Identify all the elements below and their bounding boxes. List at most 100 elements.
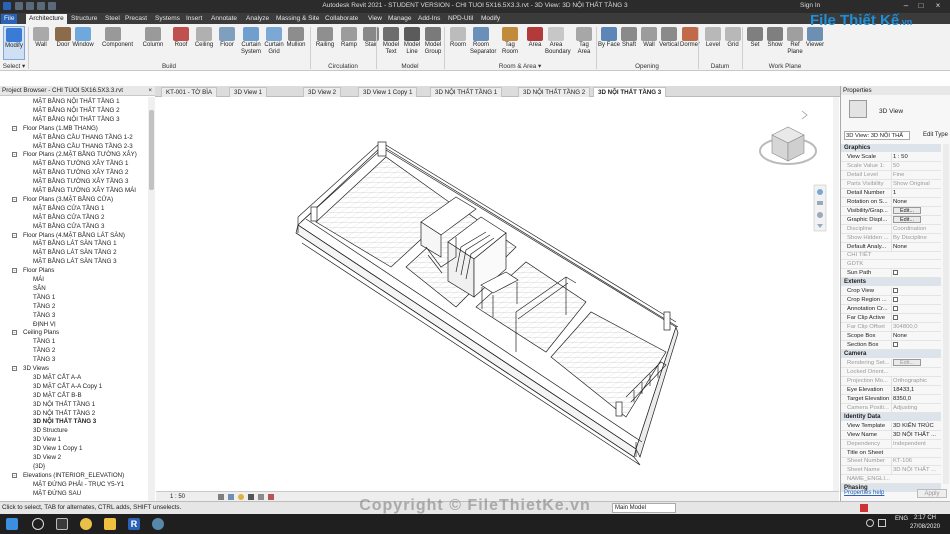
property-row[interactable]: Parts Visibility Show Original: [841, 179, 941, 189]
property-row[interactable]: Projection Mo... Orthographic: [841, 376, 941, 386]
browser-view-item[interactable]: TẦNG 2: [33, 346, 55, 355]
browser-view-item[interactable]: 3D MẶT CẮT A-A: [33, 373, 81, 382]
ribbon-panel-label[interactable]: Datum: [698, 62, 742, 71]
drawing-area[interactable]: [156, 97, 839, 491]
property-row[interactable]: CHI TIẾT: [841, 251, 941, 261]
property-checkbox[interactable]: [893, 288, 898, 294]
instance-selector[interactable]: 3D View: 3D NỘI THẤ: [844, 131, 910, 140]
property-row[interactable]: Target Elevation 8350,0: [841, 394, 941, 404]
browser-category[interactable]: Floor Plans (2.MẶT BẰNG TƯỜNG XÂY): [23, 150, 137, 159]
browser-view-item[interactable]: 3D Structure: [33, 426, 68, 435]
browser-view-item[interactable]: 3D View 1 Copy 1: [33, 444, 82, 453]
browser-view-item[interactable]: MẶT BẰNG CỬA TẦNG 1: [33, 204, 104, 213]
property-row[interactable]: Dependency Independent: [841, 439, 941, 449]
ribbon-button-tag-area[interactable]: Tag Area: [573, 26, 595, 60]
property-row[interactable]: Discipline Coordination: [841, 224, 941, 234]
ribbon-button-model-group[interactable]: Model Group: [422, 26, 444, 60]
property-row[interactable]: Title on Sheet: [841, 449, 941, 458]
clock-date[interactable]: 27/08/2020: [910, 524, 940, 530]
property-row[interactable]: Detail Level Fine: [841, 170, 941, 180]
search-icon[interactable]: [32, 518, 44, 530]
view-tab[interactable]: 3D NỘI THẤT TẦNG 1: [430, 87, 503, 97]
scroll-thumb[interactable]: [149, 110, 154, 190]
ribbon-tab[interactable]: Architecture: [26, 14, 67, 24]
property-checkbox[interactable]: [893, 270, 898, 276]
property-value[interactable]: [891, 305, 941, 315]
browser-view-item[interactable]: 3D View 2: [33, 453, 61, 462]
ribbon-tab[interactable]: Add-Ins: [415, 14, 443, 24]
property-row[interactable]: Far Clip Active: [841, 314, 941, 324]
property-row[interactable]: Rotation on S... None: [841, 197, 941, 207]
ribbon-button-level[interactable]: Level: [702, 26, 724, 60]
browser-view-item[interactable]: MẶT BẰNG TƯỜNG XÂY TẦNG 3: [33, 177, 128, 186]
ribbon-panel-label[interactable]: Circulation: [310, 62, 376, 71]
property-group-header[interactable]: Camera: [841, 349, 941, 358]
property-value[interactable]: Show Original: [891, 179, 941, 189]
ribbon-panel-label[interactable]: Work Plane: [742, 62, 828, 71]
file-explorer-icon[interactable]: [104, 518, 116, 530]
property-group-header[interactable]: Identity Data: [841, 412, 941, 421]
property-row[interactable]: Visibility/Grap... Edit...: [841, 206, 941, 216]
property-value[interactable]: [891, 269, 941, 279]
property-row[interactable]: Graphic Displ... Edit...: [841, 215, 941, 225]
property-row[interactable]: Detail Number 1: [841, 188, 941, 198]
tree-toggle[interactable]: −: [12, 232, 17, 238]
browser-view-item[interactable]: TẦNG 3: [33, 311, 55, 320]
clock-time[interactable]: 2:17 CH: [914, 515, 936, 521]
property-checkbox[interactable]: [893, 341, 898, 347]
ribbon-button-grid[interactable]: Grid: [722, 26, 744, 60]
navigation-bar[interactable]: [813, 184, 827, 232]
ribbon-button-show[interactable]: Show: [764, 26, 786, 60]
browser-view-item[interactable]: MẶT BẰNG LÁT SÀN TẦNG 1: [33, 239, 117, 248]
property-value[interactable]: 50: [891, 161, 941, 171]
browser-view-item[interactable]: ĐỊNH VỊ: [33, 320, 56, 329]
language-indicator[interactable]: ENG: [895, 516, 908, 522]
ribbon-button-model-line[interactable]: Model Line: [401, 26, 423, 60]
browser-view-item[interactable]: MẶT ĐỨNG PHẢI - TRỤC Y5-Y1: [33, 480, 124, 489]
property-row[interactable]: Show Hidden ... By Discipline: [841, 233, 941, 243]
browser-view-item[interactable]: MẶT BẰNG CỬA TẦNG 2: [33, 213, 104, 222]
tree-toggle[interactable]: −: [12, 196, 17, 202]
property-value[interactable]: Coordination: [891, 224, 941, 234]
ribbon-panel-label[interactable]: Room & Area ▾: [444, 62, 596, 71]
sign-in-link[interactable]: Sign In: [800, 2, 820, 9]
browser-category[interactable]: Floor Plans: [23, 266, 54, 275]
browser-category[interactable]: Ceiling Plans: [23, 328, 59, 337]
property-value[interactable]: 304800,0: [891, 323, 941, 333]
ribbon-button-wall[interactable]: Wall: [30, 26, 52, 60]
browser-category[interactable]: 3D Views: [23, 364, 49, 373]
tree-toggle[interactable]: −: [12, 330, 17, 336]
ribbon-button-curtain-grid[interactable]: Curtain Grid: [263, 26, 285, 60]
browser-view-item[interactable]: TẦNG 1: [33, 293, 55, 302]
property-value[interactable]: Orthographic: [891, 376, 941, 386]
property-row[interactable]: Crop View: [841, 287, 941, 297]
tree-toggle[interactable]: −: [12, 472, 17, 478]
browser-view-item[interactable]: MẶT BẰNG NỘI THẤT TẦNG 3: [33, 115, 120, 124]
property-value[interactable]: Edit...: [891, 215, 941, 225]
property-value[interactable]: 1 : 50: [891, 153, 941, 162]
tree-toggle[interactable]: −: [12, 268, 17, 274]
property-value[interactable]: 3D NỘI THẤT ...: [891, 430, 941, 440]
ribbon-button-ramp[interactable]: Ramp: [338, 26, 360, 60]
ribbon-button-vertical[interactable]: Vertical: [658, 26, 680, 60]
ribbon-tab[interactable]: Collaborate: [322, 14, 361, 24]
property-value[interactable]: [891, 314, 941, 324]
view-cube[interactable]: [759, 110, 817, 165]
browser-view-item[interactable]: MẶT BẰNG LÁT SÀN TẦNG 2: [33, 248, 117, 257]
view-tab[interactable]: KT-001 - TỜ BÌA: [161, 87, 218, 97]
browser-category[interactable]: Floor Plans (4.MẶT BẰNG LÁT SÀN): [23, 231, 125, 240]
browser-view-item[interactable]: MẶT BẰNG NỘI THẤT TẦNG 2: [33, 106, 120, 115]
ribbon-button-model-text[interactable]: Model Text: [380, 26, 402, 60]
property-checkbox[interactable]: [893, 306, 898, 312]
ribbon-button-area[interactable]: Area: [524, 26, 546, 60]
property-value[interactable]: 3D NỘI THẤT ...: [891, 466, 941, 476]
view-tab[interactable]: 3D NỘI THẤT TẦNG 2: [518, 87, 591, 97]
browser-view-item[interactable]: TẦNG 2: [33, 302, 55, 311]
ribbon-tab[interactable]: NPD-Util: [445, 14, 476, 24]
view-tab[interactable]: 3D View 2: [303, 87, 342, 97]
ribbon-panel-label[interactable]: Model: [376, 62, 444, 71]
ribbon-tab[interactable]: Precast: [122, 14, 150, 24]
ribbon-button-railing[interactable]: Railing: [314, 26, 336, 60]
ribbon-tab[interactable]: Massing & Site: [273, 14, 322, 24]
edit-type-button[interactable]: Edit Type: [923, 132, 948, 138]
